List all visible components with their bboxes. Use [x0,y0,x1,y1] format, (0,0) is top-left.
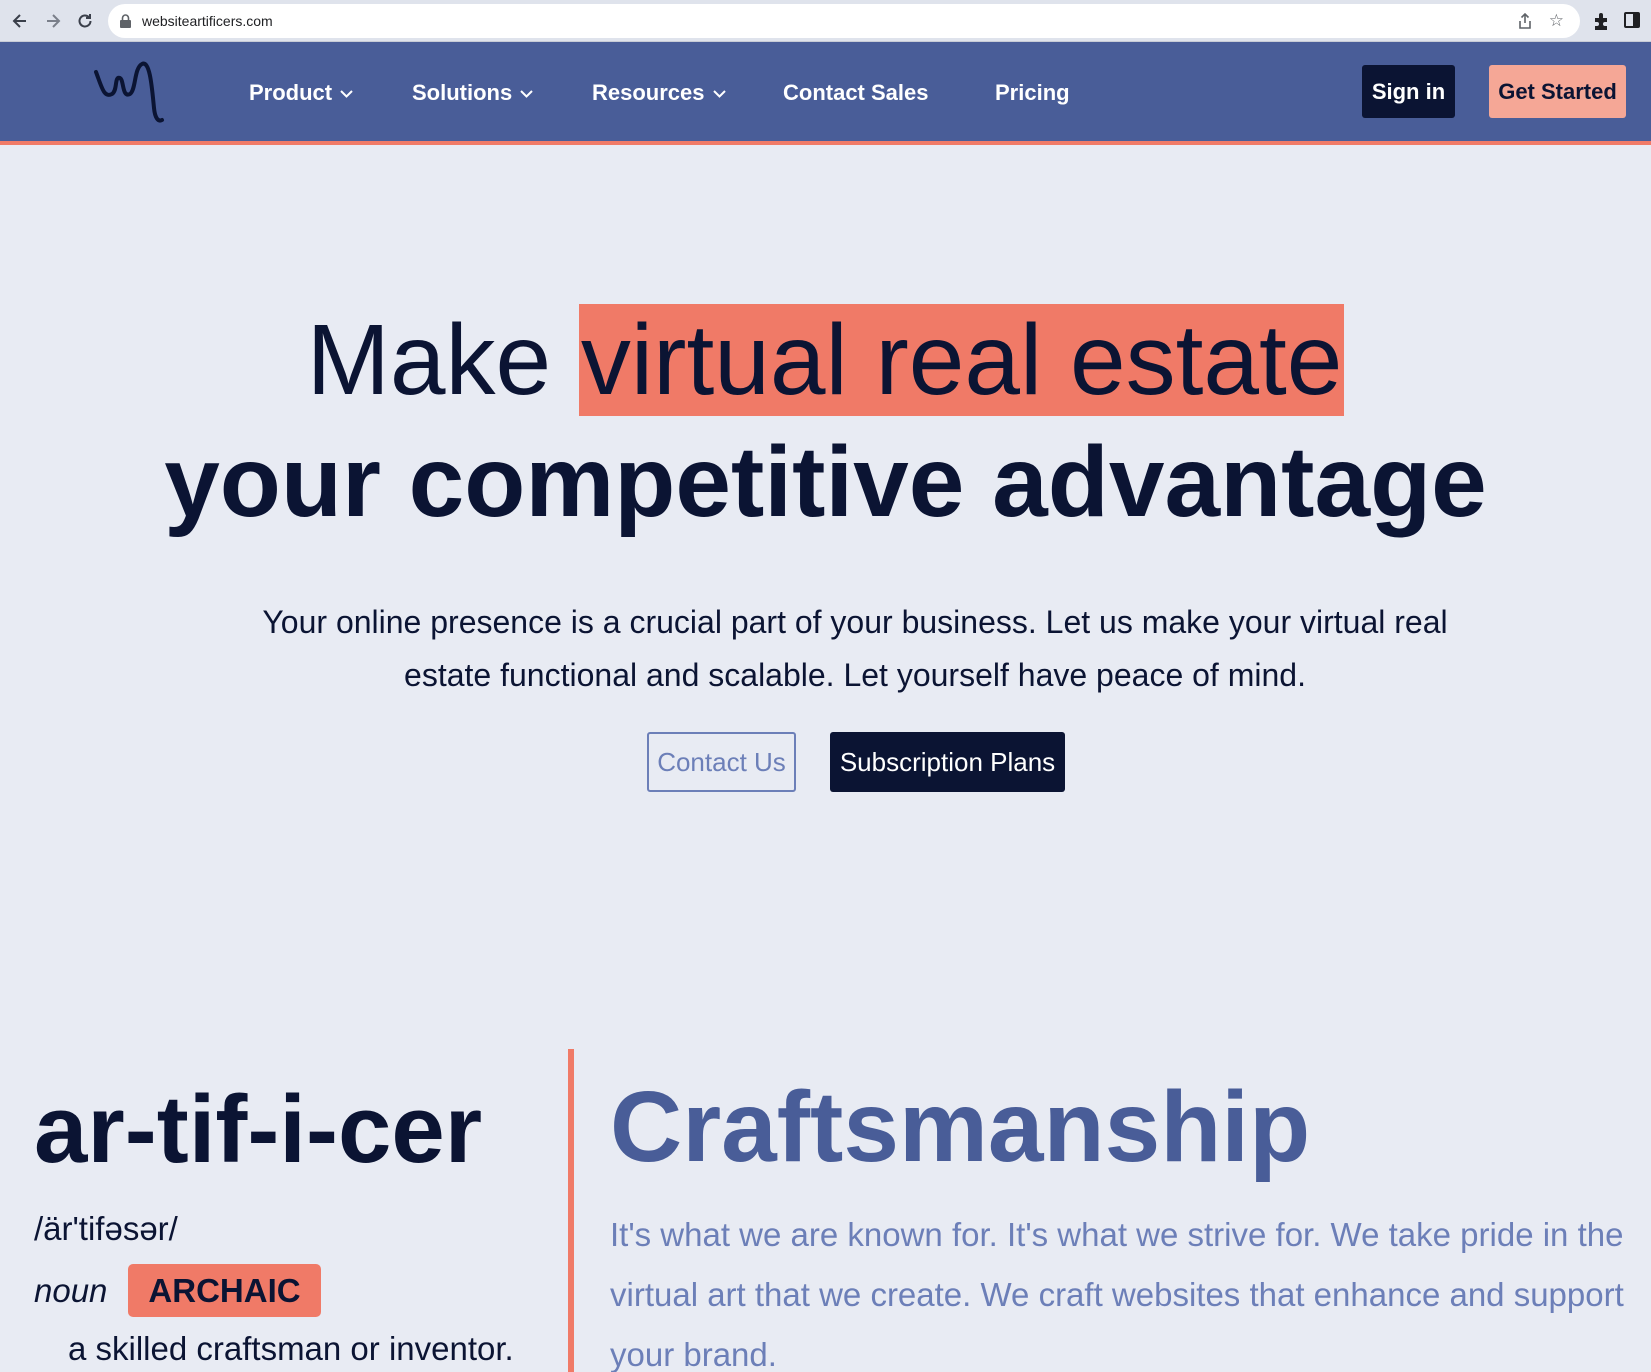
hero-headline-prefix: Make [306,304,579,416]
get-started-button[interactable]: Get Started [1489,65,1626,118]
site-header: Product Solutions Resources Contact Sale… [0,42,1651,145]
hero-highlight: virtual real estate [578,304,1345,416]
definition-pronunciation: /är'tifəsər/ [34,1210,178,1247]
nav-product-label: Product [249,80,333,105]
nav-resources-label: Resources [592,80,705,105]
subscription-plans-button[interactable]: Subscription Plans [830,732,1065,792]
address-bar[interactable]: websiteartificers.com ☆ [108,4,1580,38]
nav-pricing-label: Pricing [995,80,1070,105]
craftsmanship-title: Craftsmanship [610,1071,1311,1183]
nav-solutions-label: Solutions [412,80,513,105]
chevron-down-icon [340,89,353,98]
logo-icon[interactable] [92,58,168,128]
chevron-down-icon [712,89,726,98]
nav-contact-sales-label: Contact Sales [783,80,929,105]
nav-pricing[interactable]: Pricing [995,80,1070,106]
browser-toolbar: websiteartificers.com ☆ [0,0,1651,42]
star-icon[interactable]: ☆ [1549,11,1564,31]
nav-solutions[interactable]: Solutions [412,80,533,106]
share-icon[interactable] [1518,12,1532,33]
craftsmanship-line: virtual art that we create. We craft web… [610,1276,1624,1313]
hero-headline-line2: your competitive advantage [164,426,1487,538]
craftsmanship-text: It's what we are known for. It's what we… [610,1205,1651,1372]
forward-icon[interactable] [41,9,65,33]
side-panel-icon[interactable] [1624,12,1640,28]
nav-contact-sales[interactable]: Contact Sales [783,80,929,106]
contact-us-button[interactable]: Contact Us [647,732,796,792]
craftsmanship-line: your brand. [610,1336,777,1372]
nav-resources[interactable]: Resources [592,80,726,106]
back-icon[interactable] [8,9,32,33]
archaic-badge: ARCHAIC [128,1264,321,1317]
definition-meaning: a skilled craftsman or inventor. [68,1330,514,1367]
lock-icon [120,14,131,28]
craftsmanship-line: It's what we are known for. It's what we… [610,1216,1624,1253]
reload-icon[interactable] [73,9,97,33]
definition-word: ar-tif-i-cer [34,1076,483,1183]
extensions-icon[interactable] [1591,10,1613,32]
nav-product[interactable]: Product [249,80,353,106]
definition-part-of-speech: noun [34,1272,108,1309]
sign-in-button[interactable]: Sign in [1362,65,1455,118]
section-divider [568,1049,574,1372]
chevron-down-icon [520,89,533,98]
hero-headline-line1: Make virtual real estate [0,300,1651,420]
url-text: websiteartificers.com [142,13,273,29]
hero-subtitle: Your online presence is a crucial part o… [262,604,1448,693]
